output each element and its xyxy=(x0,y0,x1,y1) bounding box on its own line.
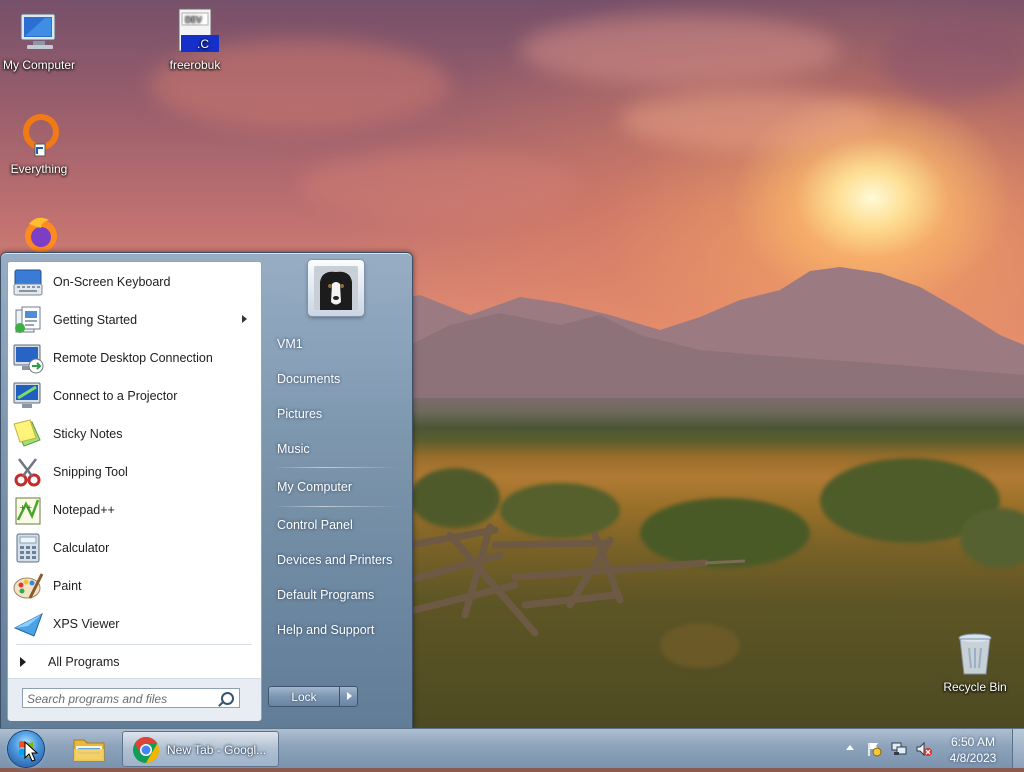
desktop-icon-everything[interactable]: Everything xyxy=(0,112,84,176)
getting-started-icon xyxy=(12,304,44,336)
all-programs-button[interactable]: All Programs xyxy=(20,651,250,673)
program-connect-to-projector[interactable]: Connect to a Projector xyxy=(12,378,257,414)
program-paint[interactable]: Paint xyxy=(12,568,257,604)
chrome-icon xyxy=(133,736,160,764)
start-link-music[interactable]: Music xyxy=(277,442,310,456)
recycle-bin-icon xyxy=(951,630,999,678)
expand-arrow-icon xyxy=(20,657,26,667)
desktop-icon-label: Everything xyxy=(10,162,68,176)
clock-date: 4/8/2023 xyxy=(949,751,997,765)
wallpaper-cloud xyxy=(520,15,840,85)
program-calculator[interactable]: Calculator xyxy=(12,530,257,566)
dog-avatar-icon xyxy=(314,266,358,310)
desktop-icon-recycle-bin[interactable]: Recycle Bin xyxy=(930,630,1020,694)
start-link-control-panel[interactable]: Control Panel xyxy=(277,518,353,532)
wallpaper-fence xyxy=(406,523,745,637)
start-link-devices-printers[interactable]: Devices and Printers xyxy=(277,553,392,567)
paint-palette-icon xyxy=(12,570,44,602)
computer-icon xyxy=(15,8,63,56)
wallpaper-bush xyxy=(960,508,1024,568)
program-label: Remote Desktop Connection xyxy=(53,351,213,365)
wallpaper-cloud xyxy=(880,20,1024,100)
submenu-arrow-icon xyxy=(242,315,247,323)
desktop-icon-label: Recycle Bin xyxy=(943,680,1007,694)
taskbar-chrome-button[interactable]: New Tab - Googl... xyxy=(122,731,279,767)
program-notepad-plus-plus[interactable]: ++ Notepad++ xyxy=(12,492,257,528)
program-label: Getting Started xyxy=(53,313,138,327)
desktop-icon-freerobuk[interactable]: DEV .C freerobuk xyxy=(150,8,240,72)
start-link-default-programs[interactable]: Default Programs xyxy=(277,588,374,602)
scissors-icon xyxy=(12,456,44,488)
xps-viewer-icon xyxy=(12,608,44,640)
program-sticky-notes[interactable]: Sticky Notes xyxy=(12,416,257,452)
show-hidden-icons-arrow[interactable] xyxy=(846,745,854,750)
search-input[interactable]: Search programs and files xyxy=(22,688,240,708)
program-label: Calculator xyxy=(53,541,110,555)
program-label: Snipping Tool xyxy=(53,465,128,479)
file-icon-text: DEV xyxy=(185,15,202,24)
c-source-file-icon: DEV .C xyxy=(171,8,219,56)
notepad-plus-icon: ++ xyxy=(12,494,44,526)
program-xps-viewer[interactable]: XPS Viewer xyxy=(12,606,257,642)
program-label: Connect to a Projector xyxy=(53,389,178,403)
start-link-pictures[interactable]: Pictures xyxy=(277,407,322,421)
program-remote-desktop-connection[interactable]: Remote Desktop Connection xyxy=(12,340,257,376)
show-desktop-button[interactable] xyxy=(1012,729,1024,768)
everything-search-icon xyxy=(15,112,63,160)
folder-icon xyxy=(73,739,105,762)
all-programs-label: All Programs xyxy=(48,655,120,669)
desktop-icon-label: My Computer xyxy=(2,58,76,72)
search-area: Search programs and files xyxy=(8,678,261,721)
program-label: XPS Viewer xyxy=(53,617,120,631)
desktop-icon-label: freerobuk xyxy=(169,58,221,72)
start-menu-programs-pane: On-Screen Keyboard Getting Started Remot… xyxy=(7,261,262,721)
volume-muted-icon[interactable] xyxy=(916,741,932,757)
start-menu: On-Screen Keyboard Getting Started Remot… xyxy=(0,252,413,730)
start-link-help-support[interactable]: Help and Support xyxy=(277,623,374,637)
program-label: On-Screen Keyboard xyxy=(53,275,171,289)
wallpaper-cloud xyxy=(620,90,880,150)
program-label: Paint xyxy=(53,579,82,593)
right-column-separator xyxy=(273,506,399,507)
wallpaper-cloud xyxy=(300,150,580,220)
start-link-my-computer[interactable]: My Computer xyxy=(277,480,352,494)
user-account-picture[interactable] xyxy=(308,260,364,316)
mouse-cursor-icon xyxy=(24,741,39,762)
taskbar: New Tab - Googl... 6:50 AM 4/8/2023 xyxy=(0,728,1024,768)
power-options-arrow-button[interactable] xyxy=(339,686,358,707)
start-link-documents[interactable]: Documents xyxy=(277,372,340,386)
search-placeholder: Search programs and files xyxy=(27,692,168,706)
calculator-icon xyxy=(12,532,44,564)
remote-desktop-icon xyxy=(12,342,44,374)
start-link-user[interactable]: VM1 xyxy=(277,337,303,351)
right-column-separator xyxy=(273,467,399,468)
program-label: Sticky Notes xyxy=(53,427,123,441)
taskbar-chrome-label: New Tab - Googl... xyxy=(167,743,267,757)
program-on-screen-keyboard[interactable]: On-Screen Keyboard xyxy=(12,264,257,300)
sticky-notes-icon xyxy=(12,418,44,450)
network-icon[interactable] xyxy=(891,741,907,757)
desktop-icon-my-computer[interactable]: My Computer xyxy=(0,8,84,72)
program-label: Notepad++ xyxy=(53,503,115,517)
action-center-flag-icon[interactable] xyxy=(866,741,882,757)
lock-button[interactable]: Lock xyxy=(268,686,340,707)
keyboard-icon xyxy=(12,266,44,298)
program-snipping-tool[interactable]: Snipping Tool xyxy=(12,454,257,490)
taskbar-explorer-button[interactable] xyxy=(64,731,114,767)
projector-icon xyxy=(12,380,44,412)
clock-time: 6:50 AM xyxy=(950,735,996,749)
all-programs-separator xyxy=(16,644,252,645)
file-extension-label: .C xyxy=(197,37,209,51)
program-getting-started[interactable]: Getting Started xyxy=(12,302,257,338)
system-clock[interactable]: 6:50 AM 4/8/2023 xyxy=(940,734,1006,766)
svg-text:++: ++ xyxy=(19,503,32,512)
search-icon[interactable] xyxy=(221,692,234,705)
